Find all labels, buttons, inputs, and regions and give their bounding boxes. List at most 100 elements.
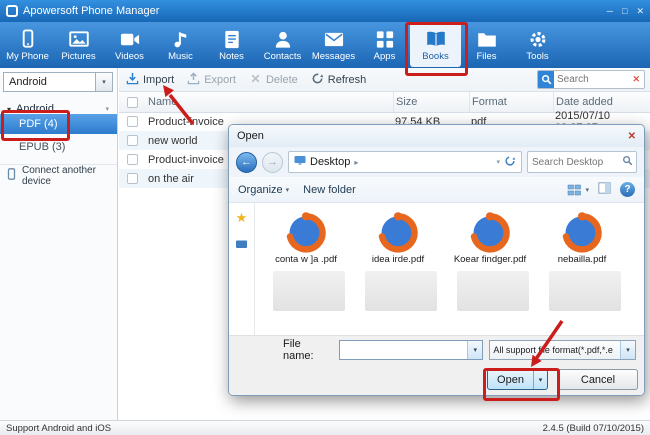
chevron-down-icon[interactable]: ▾ <box>620 341 635 359</box>
tab-label: Pictures <box>61 51 95 62</box>
tab-videos[interactable]: Videos <box>104 22 155 68</box>
file-item[interactable]: Koear findger.pdf <box>449 209 531 266</box>
dialog-body: ★ conta w ]a .pdf idea irde.pdf Koear fi… <box>229 203 644 335</box>
address-bar[interactable]: Desktop ▸ ▾ <box>288 151 522 173</box>
chevron-down-icon: ▾ <box>105 105 109 113</box>
back-button[interactable]: ← <box>236 152 257 173</box>
folder-icon <box>476 28 498 50</box>
tab-tools[interactable]: Tools <box>512 22 563 68</box>
apps-grid-icon <box>374 28 396 50</box>
breadcrumb[interactable]: Desktop <box>310 156 350 168</box>
tab-label: Messages <box>312 51 355 62</box>
tab-pictures[interactable]: Pictures <box>53 22 104 68</box>
delete-button[interactable]: Delete <box>249 72 298 88</box>
tab-files[interactable]: Files <box>461 22 512 68</box>
main-nav: My Phone Pictures Videos Music Notes Con… <box>0 22 650 68</box>
file-item[interactable]: idea irde.pdf <box>357 209 439 266</box>
open-button[interactable]: Open ▾ <box>487 369 548 390</box>
chevron-down-icon[interactable]: ▾ <box>467 341 482 359</box>
open-split-chevron-icon[interactable]: ▾ <box>533 370 547 389</box>
search-box[interactable]: ✕ <box>537 70 645 89</box>
title-bar: Apowersoft Phone Manager ─ □ ✕ <box>0 0 650 22</box>
help-icon[interactable]: ? <box>620 182 635 197</box>
connect-device-icon <box>6 168 17 183</box>
export-label: Export <box>204 74 236 86</box>
file-name-combobox[interactable]: ▾ <box>339 340 484 360</box>
phone-icon <box>17 28 39 50</box>
preview-pane-button[interactable] <box>598 182 611 197</box>
column-header-name[interactable]: Name <box>146 96 393 108</box>
forward-button[interactable]: → <box>262 152 283 173</box>
tab-label: Tools <box>526 51 548 62</box>
chevron-down-icon: ▾ <box>585 186 589 194</box>
dialog-search-box[interactable] <box>527 151 637 173</box>
file-name-input[interactable] <box>340 345 468 356</box>
status-left: Support Android and iOS <box>6 423 111 434</box>
new-folder-button[interactable]: New folder <box>303 184 356 196</box>
file-item[interactable]: nebailla.pdf <box>541 209 623 266</box>
delete-icon <box>249 72 262 88</box>
row-checkbox[interactable] <box>127 135 138 146</box>
file-name: conta w ]a .pdf <box>275 255 337 266</box>
tab-notes[interactable]: Notes <box>206 22 257 68</box>
refresh-icon[interactable] <box>504 155 516 170</box>
column-header-format[interactable]: Format <box>469 92 553 112</box>
sidebar-item-pdf[interactable]: PDF (4) <box>0 114 117 134</box>
tab-books[interactable]: Books <box>410 23 461 67</box>
import-button[interactable]: Import <box>126 72 174 88</box>
tab-contacts[interactable]: Contacts <box>257 22 308 68</box>
tab-label: My Phone <box>6 51 49 62</box>
firefox-pdf-icon <box>468 209 512 253</box>
content-toolbar: Import Export Delete Refresh ✕ <box>119 68 650 92</box>
tab-apps[interactable]: Apps <box>359 22 410 68</box>
tab-my-phone[interactable]: My Phone <box>2 22 53 68</box>
close-button[interactable]: ✕ <box>636 6 644 17</box>
tab-music[interactable]: Music <box>155 22 206 68</box>
expander-icon[interactable]: ▾ <box>7 105 11 114</box>
tab-messages[interactable]: Messages <box>308 22 359 68</box>
loading-thumbnail <box>457 271 529 311</box>
maximize-button[interactable]: □ <box>622 6 627 17</box>
cancel-button[interactable]: Cancel <box>558 369 638 390</box>
row-checkbox[interactable] <box>127 173 138 184</box>
libraries-icon[interactable] <box>235 236 248 254</box>
delete-label: Delete <box>266 74 298 86</box>
minimize-button[interactable]: ─ <box>607 6 613 17</box>
import-icon <box>126 72 139 88</box>
loading-thumbnails-row <box>265 271 640 311</box>
window-title: Apowersoft Phone Manager <box>23 5 159 17</box>
row-checkbox[interactable] <box>127 116 138 127</box>
import-label: Import <box>143 74 174 86</box>
select-all-checkbox[interactable] <box>127 97 138 108</box>
open-file-dialog: Open ✕ ← → Desktop ▸ ▾ Organize ▾ New fo… <box>228 124 645 396</box>
chevron-right-icon[interactable]: ▸ <box>354 158 358 167</box>
sidebar-item-epub[interactable]: EPUB (3) <box>0 137 117 157</box>
chevron-down-icon[interactable]: ▾ <box>95 73 112 91</box>
organize-button[interactable]: Organize ▾ <box>238 184 289 196</box>
search-icon[interactable] <box>538 71 554 88</box>
dialog-close-icon[interactable]: ✕ <box>628 131 636 142</box>
tab-label: Music <box>168 51 193 62</box>
dialog-search-input[interactable] <box>528 157 622 168</box>
device-selector[interactable]: Android ▾ <box>3 72 113 92</box>
file-name-row: File name: ▾ All support file format(*.p… <box>229 335 644 364</box>
file-browser-area: conta w ]a .pdf idea irde.pdf Koear find… <box>255 203 644 335</box>
clear-search-icon[interactable]: ✕ <box>632 74 644 85</box>
connect-another-device[interactable]: Connect another device <box>0 164 117 186</box>
favorites-star-icon[interactable]: ★ <box>236 211 248 224</box>
open-button-label[interactable]: Open <box>488 370 533 389</box>
firefox-pdf-icon <box>284 209 328 253</box>
chevron-down-icon[interactable]: ▾ <box>496 158 500 166</box>
row-checkbox[interactable] <box>127 154 138 165</box>
book-icon <box>425 28 447 50</box>
notes-icon <box>221 28 243 50</box>
refresh-button[interactable]: Refresh <box>311 72 367 88</box>
search-icon <box>622 153 633 171</box>
search-input[interactable] <box>554 74 632 85</box>
export-button[interactable]: Export <box>187 72 236 88</box>
dialog-title-bar[interactable]: Open ✕ <box>229 125 644 147</box>
column-header-size[interactable]: Size <box>393 92 469 112</box>
file-type-dropdown[interactable]: All support file format(*.pdf,*.e ▾ <box>489 340 636 360</box>
change-view-button[interactable]: ▾ <box>567 184 589 196</box>
file-item[interactable]: conta w ]a .pdf <box>265 209 347 266</box>
